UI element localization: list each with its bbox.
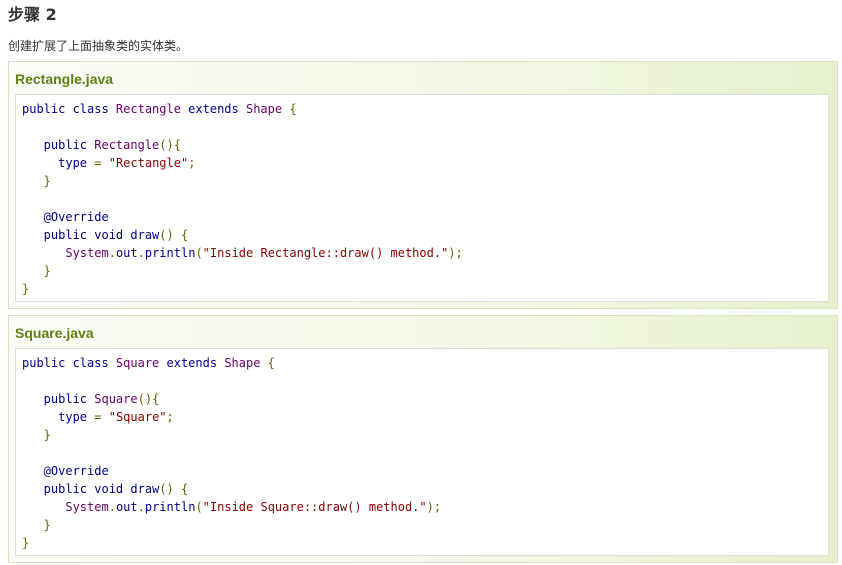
code-token: out [115,500,138,514]
code-token: public [22,138,95,152]
code-token: } [22,174,51,188]
code-token: { [282,102,297,116]
code-token: extends [159,356,225,370]
code-line: } [22,518,51,532]
code-line: } [22,264,51,278]
code-token: type [22,410,88,424]
code-token: "Inside Rectangle::draw() method." [202,246,449,260]
code-line: public void draw() { [22,482,189,496]
code-token: ; [188,156,196,170]
code-line: type = "Rectangle"; [22,156,195,170]
code-token: Square [115,356,160,370]
step-title: 步骤 2 [8,5,57,24]
code-line: @Override [22,210,109,224]
example-block-rectangle: Rectangle.java public class Rectangle ex… [8,61,838,309]
code-token: "Rectangle" [108,156,189,170]
code-token: public [22,392,95,406]
code-token: Shape [224,356,261,370]
code-token: . [108,500,116,514]
code-token: () { [159,228,189,242]
code-line: } [22,282,29,296]
code-token: ); [426,500,442,514]
code-line: } [22,174,51,188]
code-token: = [87,410,109,424]
code-token: (){ [137,392,160,406]
code-token: public void [22,482,131,496]
step-description: 创建扩展了上面抽象类的实体类。 [8,39,189,53]
code-token: Shape [245,102,283,116]
code-token: Square [94,392,138,406]
code-token: } [22,428,51,442]
code-token: } [22,536,30,550]
example-filename: Square.java [15,325,94,341]
code-line: } [22,536,29,550]
code-listing: public class Rectangle extends Shape { p… [22,100,463,298]
code-line: public class Square extends Shape { [22,356,275,370]
code-line: } [22,428,51,442]
code-token: ; [166,410,174,424]
code-token: "Square" [108,410,167,424]
code-token: } [22,518,51,532]
code-line: public void draw() { [22,228,189,242]
code-token: out [115,246,138,260]
code-token: . [108,246,116,260]
code-token: { [260,356,275,370]
code-listing: public class Square extends Shape { publ… [22,354,441,552]
code-token: . [137,500,145,514]
code-token: ( [195,500,203,514]
code-line: @Override [22,464,109,478]
code-token: @Override [22,210,109,224]
code-token: public class [22,102,116,116]
code-token: } [22,264,51,278]
code-token: "Inside Square::draw() method." [202,500,427,514]
code-token: System [22,500,109,514]
code-token: () { [159,482,189,496]
code-token: type [22,156,88,170]
code-token: public class [22,356,116,370]
code-token: . [137,246,145,260]
code-token: println [144,500,196,514]
code-token: public void [22,228,131,242]
code-line: public Square(){ [22,392,160,406]
code-line: System.out.println("Inside Rectangle::dr… [22,246,463,260]
code-line: System.out.println("Inside Square::draw(… [22,500,441,514]
code-line: public class Rectangle extends Shape { [22,102,297,116]
code-token: extends [180,102,246,116]
code-box: public class Rectangle extends Shape { p… [15,94,829,302]
code-token: @Override [22,464,109,478]
code-box: public class Square extends Shape { publ… [15,348,829,556]
code-token: println [144,246,196,260]
code-token: (){ [159,138,181,152]
code-line: public Rectangle(){ [22,138,181,152]
code-token: Rectangle [115,102,181,116]
code-token: draw [130,482,160,496]
example-block-square: Square.java public class Square extends … [8,315,838,563]
example-filename: Rectangle.java [15,71,114,87]
code-token: System [22,246,109,260]
code-token: draw [130,228,160,242]
code-token: ); [448,246,463,260]
code-token: } [22,282,30,296]
code-token: Rectangle [94,138,160,152]
code-token: = [87,156,109,170]
code-token: ( [195,246,203,260]
code-line: type = "Square"; [22,410,174,424]
